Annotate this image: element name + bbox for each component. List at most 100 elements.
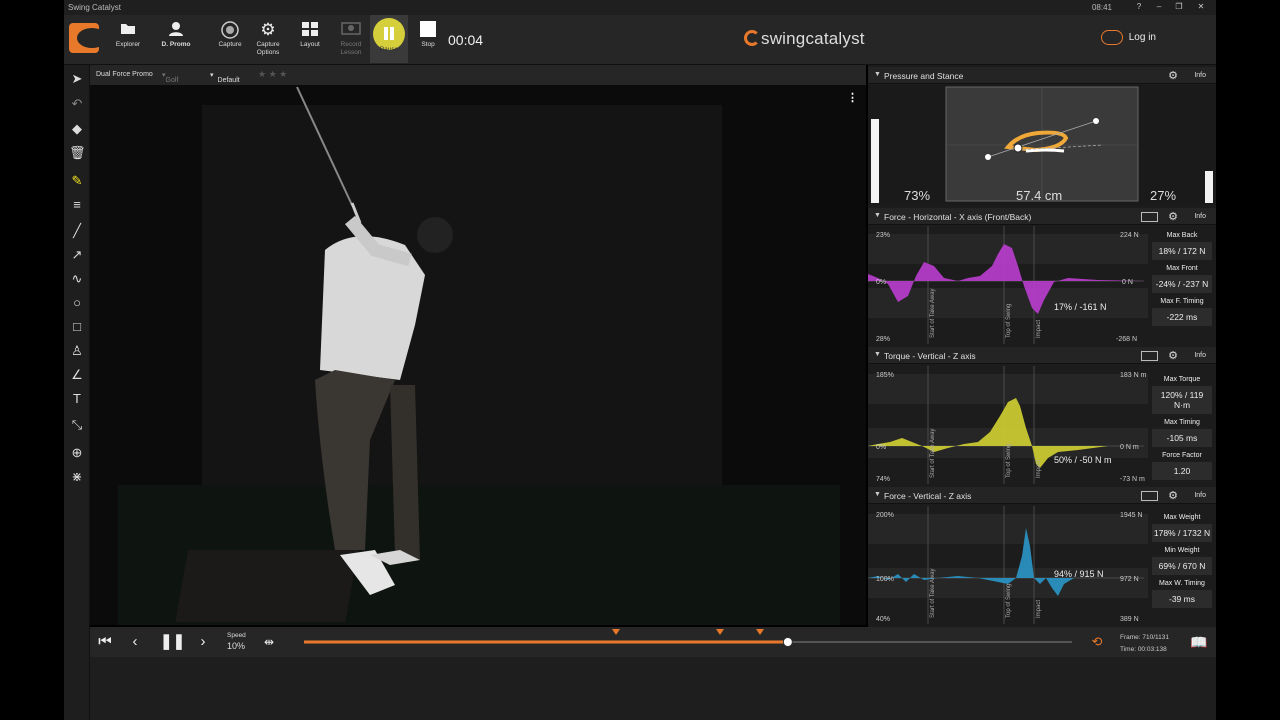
y-axis-zero-left: 0%	[876, 444, 886, 451]
video-header: Dual Force Promo ▾ Golf ▾ Default ★ ★ ★	[90, 65, 866, 85]
stat-value: -39 ms	[1152, 590, 1212, 608]
graph-panel: ▼ Pressure and Stance ⚙ Info 73% 57.4 cm…	[868, 65, 1216, 627]
y-axis-top-right: 1945 N	[1120, 512, 1143, 519]
preset-dropdown[interactable]: ▾ Default	[210, 71, 240, 84]
layout-button[interactable]: Layout	[290, 21, 330, 49]
info-button[interactable]: Info	[1194, 492, 1206, 499]
pressure-title: Pressure and Stance	[884, 71, 964, 81]
gear-icon[interactable]: ⚙	[1168, 349, 1178, 362]
step-forward-icon[interactable]: ›	[194, 633, 212, 651]
undo-icon[interactable]: ↶	[69, 96, 85, 112]
rectangle-icon[interactable]: □	[69, 319, 85, 335]
marker-top: Top of Swing	[1006, 584, 1012, 618]
stat-value: -105 ms	[1152, 429, 1212, 447]
marker-impact: Impact	[1036, 600, 1042, 618]
explorer-button[interactable]: Explorer	[108, 21, 148, 49]
gear-icon[interactable]: ⚙	[1168, 69, 1178, 82]
time-counter: Time: 00:03:138	[1120, 646, 1167, 653]
stat-value: 18% / 172 N	[1152, 242, 1212, 260]
window-title: Swing Catalyst	[68, 3, 121, 12]
stat-value: -222 ms	[1152, 308, 1212, 326]
grid-icon[interactable]: ⋇	[69, 469, 85, 485]
cursor-value-label: 94% / 915 N	[1054, 569, 1104, 579]
collapse-triangle-icon[interactable]: ▼	[874, 351, 881, 358]
stat-label: Max Torque	[1163, 376, 1201, 383]
trash-icon[interactable]: 🗑	[69, 145, 86, 161]
capture-button[interactable]: Capture	[210, 21, 250, 49]
stat-label: Max W. Timing	[1159, 580, 1205, 587]
y-axis-bottom-left: 40%	[876, 616, 890, 623]
info-button[interactable]: Info	[1194, 72, 1206, 79]
collapse-triangle-icon[interactable]: ▼	[874, 212, 881, 219]
expand-graph-icon[interactable]	[1141, 212, 1158, 222]
y-axis-zero-left: 0%	[876, 279, 886, 286]
capture-timer: 00:04	[448, 32, 484, 48]
eraser-icon[interactable]: ◆	[69, 121, 85, 137]
timeline-scrubber[interactable]	[302, 627, 1072, 657]
skip-to-start-icon[interactable]: ⏮	[96, 633, 114, 651]
gear-icon[interactable]: ⚙	[1168, 210, 1178, 223]
step-back-icon[interactable]: ‹	[126, 633, 144, 651]
book-library-icon[interactable]: 📖	[1190, 633, 1208, 651]
stat-label: Max F. Timing	[1160, 298, 1204, 305]
collapse-triangle-icon[interactable]: ▼	[874, 71, 881, 78]
stat-label: Max Front	[1166, 265, 1198, 272]
login-button[interactable]: Log in	[1100, 30, 1156, 45]
minimize-button[interactable]: –	[1152, 2, 1166, 13]
line-icon[interactable]: ╱	[69, 223, 85, 239]
video-options-icon[interactable]: ⋮	[847, 91, 858, 104]
golfer-video-frame	[90, 85, 866, 625]
line-width-icon[interactable]: ≡	[69, 197, 85, 213]
curve-icon[interactable]: ∿	[69, 271, 85, 287]
loop-icon[interactable]: ⟲	[1088, 633, 1106, 651]
stat-label: Max Back	[1166, 232, 1198, 239]
capture-options-button[interactable]: ⚙ Capture Options	[248, 21, 288, 57]
info-button[interactable]: Info	[1194, 352, 1206, 359]
pause-recording-button[interactable]: Pause	[370, 15, 408, 63]
expand-graph-icon[interactable]	[1141, 351, 1158, 361]
gear-icon[interactable]: ⚙	[1168, 489, 1178, 502]
collapse-triangle-icon[interactable]: ▼	[874, 491, 881, 498]
y-axis-zero-right: 0 N m	[1120, 444, 1139, 451]
user-button[interactable]: D. Promo	[156, 21, 196, 49]
body-figure-icon[interactable]: ♙	[69, 343, 85, 359]
restore-button[interactable]: ❐	[1172, 2, 1186, 13]
pointer-icon[interactable]: ➤	[69, 71, 85, 87]
text-icon[interactable]: T	[69, 391, 85, 407]
gear-icon: ⚙	[260, 20, 276, 39]
speed-value: 10%	[227, 641, 246, 651]
zoom-icon[interactable]: ⊕	[69, 445, 85, 461]
speed-control[interactable]: Speed 10%	[227, 632, 246, 651]
video-viewport[interactable]: ⋮ ›	[90, 85, 866, 625]
sport-dropdown[interactable]: ▾ Golf	[162, 71, 178, 84]
measure-icon[interactable]: ⤡	[69, 417, 85, 433]
force-horizontal-title: Force - Horizontal - X axis (Front/Back)	[884, 212, 1032, 222]
info-button[interactable]: Info	[1194, 213, 1206, 220]
close-button[interactable]: ✕	[1194, 2, 1208, 13]
stop-button[interactable]: Stop	[408, 21, 448, 49]
app-logo-icon[interactable]	[69, 23, 99, 53]
drawing-tools-sidebar: ➤ ↶ ◆ 🗑 ✎ ≡ ╱ ↗ ∿ ○ □ ♙ ∠ T ⤡ ⊕ ⋇	[64, 65, 90, 720]
trim-range-icon[interactable]: ⇹	[260, 633, 278, 651]
y-axis-top-left: 23%	[876, 232, 890, 239]
cursor-value-label: 50% / -50 N m	[1054, 455, 1112, 465]
clock: 08:41	[1091, 3, 1112, 12]
arrow-icon[interactable]: ↗	[69, 247, 85, 263]
angle-icon[interactable]: ∠	[69, 367, 85, 383]
collapse-panel-chevron-icon[interactable]: ›	[865, 337, 866, 353]
stat-label: Max Timing	[1164, 419, 1200, 426]
force-horizontal-header: ▼ Force - Horizontal - X axis (Front/Bac…	[868, 208, 1216, 225]
play-pause-icon[interactable]: ❚❚	[160, 633, 185, 651]
login-label: Log in	[1128, 32, 1156, 44]
expand-graph-icon[interactable]	[1141, 491, 1158, 501]
left-pressure-bar	[871, 119, 879, 203]
circle-icon[interactable]: ○	[69, 295, 85, 311]
y-axis-mid-right: 972 N	[1120, 576, 1139, 583]
record-lesson-button[interactable]: Record Lesson	[331, 21, 371, 57]
y-axis-top-right: 224 N	[1120, 232, 1139, 239]
stat-value: 69% / 670 N	[1152, 557, 1212, 575]
rating-stars[interactable]: ★ ★ ★	[258, 69, 287, 80]
highlight-color-icon[interactable]: ✎	[69, 173, 85, 189]
brand-logo: swingcatalyst	[744, 29, 865, 49]
help-button[interactable]: ?	[1132, 2, 1146, 13]
